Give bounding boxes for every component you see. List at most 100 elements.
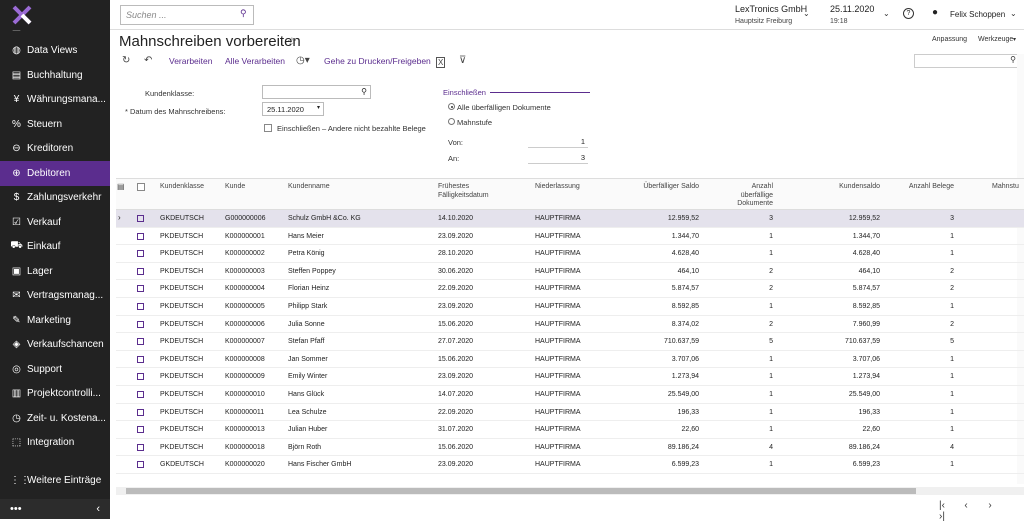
header-overdue-balance[interactable]: Überfälliger Saldo — [616, 183, 699, 192]
schedule-icon[interactable]: ◷▾ — [296, 55, 310, 66]
favorite-star-icon[interactable]: ☆ — [287, 35, 297, 48]
grid-search-input[interactable]: ⚲ — [914, 54, 1020, 68]
company-selector[interactable]: LexTronics GmbH Hauptsitz Freiburg — [735, 4, 807, 27]
chevron-down-icon[interactable]: ⌄ — [803, 9, 810, 18]
sidebar-item-15[interactable]: ▥ Projektcontrolli... — [0, 382, 110, 407]
row-checkbox[interactable] — [137, 232, 144, 240]
row-checkbox[interactable] — [137, 373, 144, 381]
header-branch[interactable]: Niederlassung — [535, 183, 580, 192]
table-row[interactable]: PKDEUTSCH K000000002 Petra König 28.10.2020… — [116, 245, 1024, 263]
row-checkbox[interactable] — [137, 426, 144, 434]
row-checkbox[interactable] — [137, 215, 144, 222]
sidebar-item-2[interactable]: ▤ Buchhaltung — [0, 63, 110, 88]
row-checkbox[interactable] — [137, 461, 144, 469]
cell-customer-name: Julian Huber — [288, 426, 328, 434]
table-row[interactable]: PKDEUTSCH K000000008 Jan Sommer 15.06.2020 H… — [116, 351, 1024, 369]
global-search-input[interactable]: Suchen ... — [120, 5, 254, 25]
header-overdue-count[interactable]: Anzahl überfällige Dokumente — [726, 183, 773, 209]
row-checkbox[interactable] — [137, 320, 144, 328]
sidebar-item-17[interactable]: ⬚ Integration — [0, 431, 110, 456]
row-checkbox[interactable] — [137, 267, 144, 275]
sidebar-item-7[interactable]: $ Zahlungsverkehr — [0, 186, 110, 211]
goto-print-button[interactable]: Gehe zu Drucken/Freigeben — [324, 56, 431, 66]
sidebar-item-13[interactable]: ◈ Verkaufschancen — [0, 333, 110, 358]
dunning-level-radio[interactable] — [448, 118, 455, 125]
header-customer-class[interactable]: Kundenklasse — [160, 183, 204, 192]
row-checkbox[interactable] — [137, 338, 144, 346]
chevron-down-icon[interactable]: ⌄ — [883, 9, 890, 18]
date-selector[interactable]: 25.11.2020 19:18 — [830, 4, 874, 27]
chevron-down-icon[interactable]: ▾ — [1013, 36, 1016, 43]
search-icon[interactable]: ⚲ — [240, 8, 247, 19]
customer-class-input[interactable]: ⚲ — [262, 85, 371, 99]
undo-icon[interactable]: ↶ — [144, 55, 152, 66]
sidebar-item-12[interactable]: ✎ Marketing — [0, 308, 110, 333]
chevron-down-icon[interactable]: ⌄ — [1010, 9, 1017, 18]
collapse-sidebar-button[interactable]: ‹ — [96, 503, 100, 515]
user-name[interactable]: Felix Schoppen — [950, 10, 1005, 19]
sidebar-item-8[interactable]: ☑ Verkauf — [0, 210, 110, 235]
table-row[interactable]: PKDEUTSCH K000000018 Björn Roth 15.06.2020 H… — [116, 439, 1024, 457]
row-checkbox[interactable] — [137, 390, 144, 398]
header-customer-name[interactable]: Kundenname — [288, 183, 330, 192]
header-customer[interactable]: Kunde — [225, 183, 245, 192]
header-dunning-level[interactable]: Mahnstu — [992, 183, 1019, 192]
table-row[interactable]: PKDEUTSCH K000000003 Steffen Poppey 30.06.2… — [116, 263, 1024, 281]
sidebar-item-5[interactable]: ⊖ Kreditoren — [0, 137, 110, 162]
sidebar-item-3[interactable]: ¥ Währungsmana... — [0, 88, 110, 113]
table-row[interactable]: PKDEUTSCH K000000007 Stefan Pfaff 27.07.202… — [116, 333, 1024, 351]
sidebar-item-16[interactable]: ◷ Zeit- u. Kostena... — [0, 406, 110, 431]
from-level-input[interactable]: 1 — [528, 135, 588, 148]
table-row[interactable]: PKDEUTSCH K000000013 Julian Huber 31.07.202… — [116, 421, 1024, 439]
header-customer-balance[interactable]: Kundensaldo — [796, 183, 880, 192]
table-row[interactable]: PKDEUTSCH K000000011 Lea Schulze 22.09.2020… — [116, 404, 1024, 422]
table-row[interactable]: PKDEUTSCH K000000004 Florian Heinz 22.09.20… — [116, 280, 1024, 298]
sidebar-item-14[interactable]: ◎ Support — [0, 357, 110, 382]
table-row[interactable]: › GKDEUTSCH G000000006 Schulz GmbH &Co. KG 1… — [116, 210, 1024, 228]
logo[interactable] — [0, 0, 110, 30]
table-row[interactable]: PKDEUTSCH K000000006 Julia Sonne 15.06.2020… — [116, 316, 1024, 334]
process-button[interactable]: Verarbeiten — [169, 56, 212, 66]
to-level-input[interactable]: 3 — [528, 151, 588, 164]
header-earliest-due[interactable]: Frühestes Fälligkeitsdatum — [438, 183, 518, 200]
sidebar-item-9[interactable]: ⛟ Einkauf — [0, 235, 110, 260]
horizontal-scrollbar[interactable] — [116, 487, 1024, 495]
table-row[interactable]: PKDEUTSCH K000000001 Hans Meier 23.09.2020 H… — [116, 228, 1024, 246]
more-dots-button[interactable]: ••• — [10, 503, 22, 515]
sidebar-item-4[interactable]: % Steuern — [0, 112, 110, 137]
prev-page-button[interactable]: ‹ — [954, 500, 978, 511]
header-doc-count[interactable]: Anzahl Belege — [896, 183, 954, 192]
cell-customer-balance: 89.186,24 — [848, 443, 880, 451]
tools-menu[interactable]: Werkzeuge — [978, 36, 1013, 43]
more-entries-link[interactable]: ⋮⋮ Weitere Einträge — [0, 470, 110, 490]
help-icon[interactable]: ? — [903, 8, 914, 19]
last-page-button[interactable]: ›| — [930, 511, 954, 522]
sidebar-item-1[interactable]: ◍ Data Views — [0, 39, 110, 64]
row-checkbox[interactable] — [137, 443, 144, 451]
customize-link[interactable]: Anpassung — [932, 36, 967, 43]
filter-icon[interactable]: ⊽ — [459, 55, 466, 66]
row-checkbox[interactable] — [137, 408, 144, 416]
table-row[interactable]: PKDEUTSCH K000000010 Hans Glück 14.07.2020 H… — [116, 386, 1024, 404]
select-all-checkbox[interactable] — [137, 183, 145, 191]
row-checkbox[interactable] — [137, 302, 144, 310]
all-overdue-radio[interactable] — [448, 103, 455, 110]
table-row[interactable]: PKDEUTSCH K000000005 Philipp Stark 23.09.20… — [116, 298, 1024, 316]
sidebar-item-10[interactable]: ▣ Lager — [0, 259, 110, 284]
sidebar-item-6[interactable]: ⊕ Debitoren — [0, 161, 110, 186]
table-row[interactable]: PKDEUTSCH K000000009 Emily Winter 23.09.202… — [116, 368, 1024, 386]
include-other-checkbox[interactable] — [264, 124, 272, 132]
column-chooser-icon[interactable]: ▤ — [117, 182, 125, 192]
process-all-button[interactable]: Alle Verarbeiten — [225, 56, 285, 66]
dunning-date-input[interactable]: 25.11.2020 ▾ — [262, 102, 324, 116]
row-checkbox[interactable] — [137, 355, 144, 363]
table-row[interactable]: GKDEUTSCH K000000020 Hans Fischer GmbH 23.0… — [116, 456, 1024, 474]
excel-export-icon[interactable]: X — [436, 57, 446, 68]
next-page-button[interactable]: › — [978, 500, 1002, 511]
row-checkbox[interactable] — [137, 250, 144, 258]
refresh-icon[interactable]: ↻ — [122, 55, 130, 66]
scroll-thumb[interactable] — [126, 488, 916, 494]
row-checkbox[interactable] — [137, 285, 144, 293]
sidebar-item-11[interactable]: ✉ Vertragsmanag... — [0, 284, 110, 309]
first-page-button[interactable]: |‹ — [930, 500, 954, 511]
